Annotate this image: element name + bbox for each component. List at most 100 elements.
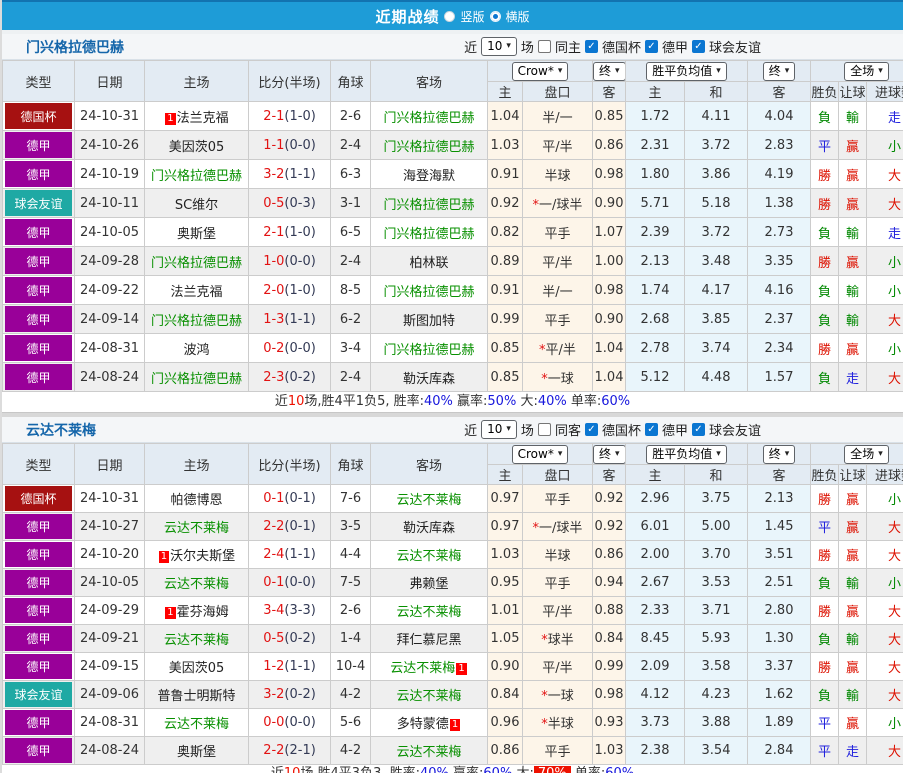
result-handicap: 輸 [838, 275, 868, 305]
vertical-layout-radio[interactable] [444, 10, 456, 22]
chevron-down-icon: ▾ [878, 448, 883, 459]
home-team: 美因茨05 [144, 130, 249, 160]
corners: 3-4 [330, 333, 371, 363]
avg-home: 3.73 [625, 708, 685, 737]
avg-draw: 3.71 [683, 596, 749, 625]
team-title: 门兴格拉德巴赫 [26, 39, 124, 56]
handicap: 平手 [522, 484, 593, 513]
league-filter-checkbox[interactable]: ✓ [584, 423, 598, 436]
result-goals: 大 [866, 680, 903, 709]
final-odds-select[interactable]: 终 ▾ [593, 444, 625, 464]
result-wdl: 勝 [810, 652, 840, 681]
avg-home: 2.68 [625, 304, 685, 334]
sub-column-header: 客 [592, 81, 626, 102]
corners: 6-2 [330, 304, 371, 334]
team-name: 门兴格拉德巴赫 [383, 110, 475, 126]
wdl-average-select[interactable]: 胜平负均值 ▾ [646, 444, 727, 464]
team-name: 云达不莱梅 [396, 493, 462, 508]
same-venue-checkbox[interactable] [537, 423, 551, 436]
sub-column-header: 盘口 [522, 464, 593, 485]
away-team: 云达不莱梅 [370, 736, 488, 765]
result-goals: 大 [866, 624, 903, 653]
handicap: 平手 [522, 568, 593, 597]
column-header: 主场 [144, 443, 249, 485]
league-filter-checkbox[interactable]: ✓ [691, 423, 705, 436]
score: 0-5(0-3) [248, 188, 331, 218]
full-match-select[interactable]: 全场 ▾ [844, 444, 889, 464]
score: 2-1(1-0) [248, 217, 331, 247]
chevron-down-icon: ▾ [557, 65, 563, 76]
horizontal-layout-radio[interactable] [489, 10, 501, 22]
column-header: 角球 [330, 443, 371, 485]
match-date: 24-10-05 [74, 568, 145, 597]
league-badge: 德甲 [2, 512, 75, 541]
league-filter-checkbox[interactable]: ✓ [644, 423, 658, 436]
result-goals: 大 [866, 188, 903, 218]
match-date: 24-10-27 [74, 512, 145, 541]
home-team: 奥斯堡 [144, 217, 249, 247]
games-count-select[interactable]: 10 ▾ [481, 420, 517, 439]
match-date: 24-09-21 [74, 624, 145, 653]
final-odds-select[interactable]: 终 ▾ [593, 61, 625, 81]
match-date: 24-08-24 [74, 736, 145, 765]
match-date: 24-09-15 [74, 652, 145, 681]
avg-away: 2.84 [747, 736, 812, 765]
away-team: 柏林联 [370, 246, 488, 276]
away-odds: 0.99 [592, 652, 626, 681]
home-team: 1 沃尔夫斯堡 [144, 540, 249, 569]
team-name: 云达不莱梅 [163, 577, 229, 592]
league-badge: 德甲 [2, 275, 75, 305]
wdl-average-select[interactable]: 胜平负均值 ▾ [646, 61, 727, 81]
league-badge: 德甲 [2, 159, 75, 189]
crow-odds-select[interactable]: Crow* ▾ [511, 61, 569, 81]
match-row: 德甲 24-09-15 美因茨05 1-2(1-1) 10-4 云达不莱梅 1 0.90 平/半… [2, 652, 903, 681]
result-wdl: 平 [810, 130, 840, 160]
avg-away: 2.83 [747, 130, 812, 160]
summary-part: 场,胜4平3负3, 胜率: [300, 766, 420, 773]
column-header: 日期 [74, 443, 145, 485]
handicap: 平手 [522, 217, 593, 247]
avg-home: 2.31 [625, 130, 685, 160]
match-date: 24-09-28 [74, 246, 145, 276]
sub-column-header: 主 [625, 464, 685, 485]
league-badge: 德甲 [2, 624, 75, 653]
team-name: 奥斯堡 [176, 226, 216, 242]
league-filter-checkbox[interactable]: ✓ [584, 40, 598, 53]
score: 1-1(0-0) [248, 130, 331, 160]
match-date: 24-09-14 [74, 304, 145, 334]
home-odds: 0.85 [487, 362, 523, 392]
result-handicap: 贏 [838, 512, 868, 541]
league-filter-checkbox[interactable]: ✓ [691, 40, 705, 53]
avg-home: 2.96 [625, 484, 685, 513]
same-venue-checkbox[interactable] [537, 40, 551, 53]
result-handicap: 贏 [838, 484, 868, 513]
result-goals: 走 [866, 101, 903, 131]
match-row: 德甲 24-08-24 奥斯堡 2-2(2-1) 4-2 云达不莱梅 0.86 平手 1.03 2… [2, 736, 903, 765]
final-average-select[interactable]: 终 ▾ [762, 444, 796, 464]
handicap: *一球 [522, 680, 593, 709]
full-match-select[interactable]: 全场 ▾ [844, 61, 889, 81]
avg-draw: 3.74 [683, 333, 749, 363]
games-count-select[interactable]: 10 ▾ [481, 37, 517, 56]
avg-home: 2.78 [625, 333, 685, 363]
league-badge: 德甲 [2, 217, 75, 247]
final-average-select[interactable]: 终 ▾ [762, 61, 796, 81]
team-name: 法兰克福 [176, 110, 229, 126]
match-date: 24-10-31 [74, 484, 145, 513]
page-title: 近期战绩 [375, 7, 440, 26]
crow-odds-select[interactable]: Crow* ▾ [511, 444, 569, 464]
team-name: 云达不莱梅 [163, 717, 229, 732]
avg-away: 4.19 [747, 159, 812, 189]
result-goals: 大 [866, 512, 903, 541]
corners: 5-6 [330, 708, 371, 737]
home-odds: 0.85 [487, 333, 523, 363]
league-badge: 德甲 [2, 652, 75, 681]
result-goals: 大 [866, 362, 903, 392]
home-odds: 1.01 [487, 596, 523, 625]
league-filter-checkbox[interactable]: ✓ [644, 40, 658, 53]
summary-part: 70% [533, 766, 571, 773]
home-odds: 0.90 [487, 652, 523, 681]
home-team: 门兴格拉德巴赫 [144, 159, 249, 189]
away-team: 云达不莱梅 [370, 484, 488, 513]
chevron-down-icon: ▾ [716, 448, 721, 459]
